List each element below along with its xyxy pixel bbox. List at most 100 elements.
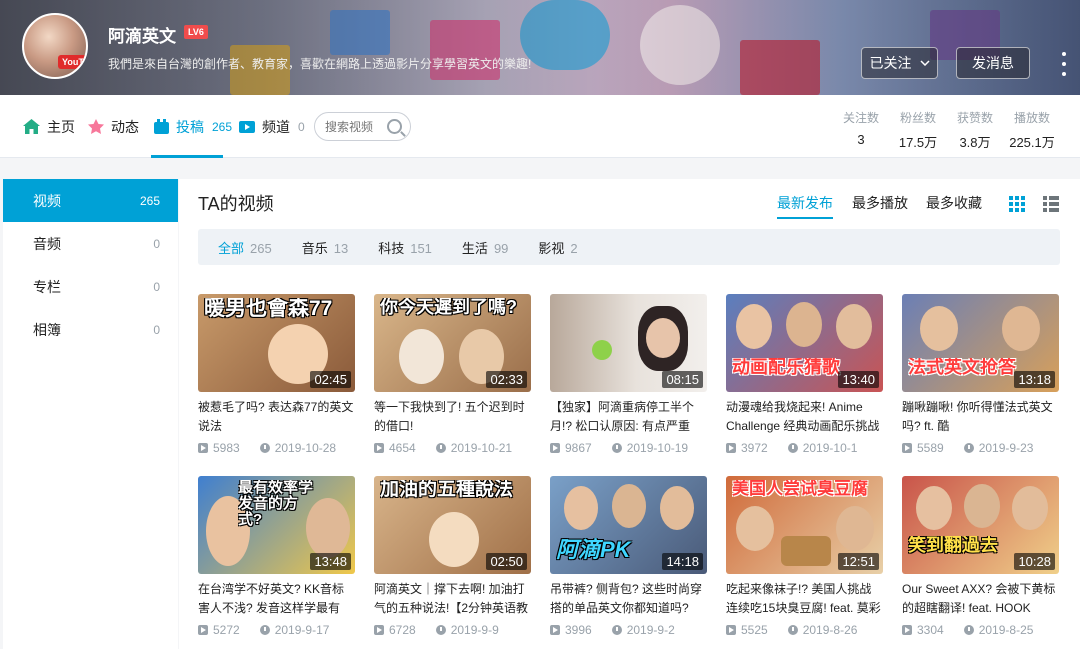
thumbnail-title: 加油的五種說法 — [380, 480, 514, 500]
video-title[interactable]: 阿滴英文｜撑下去啊! 加油打气的五种说法!【2分钟英语教 — [374, 580, 531, 618]
video-title[interactable]: Our Sweet AXX? 会被下黄标的超瞎翻译! feat. HOOK — [902, 580, 1059, 618]
stat-following[interactable]: 关注数 3 — [843, 109, 879, 147]
video-thumbnail[interactable]: 美国人尝试臭豆腐 12:51 — [726, 476, 883, 574]
video-title[interactable]: 吊带裤? 侧背包? 这些时尚穿搭的单品英文你都知道吗? — [550, 580, 707, 618]
video-grid: 暖男也會森77 02:45 被惹毛了吗? 表达森77的英文说法 5983 201… — [198, 294, 1068, 638]
video-thumbnail[interactable]: 08:15 — [550, 294, 707, 392]
video-search[interactable] — [314, 112, 411, 141]
video-thumbnail[interactable]: 你今天遲到了嗎? 02:33 — [374, 294, 531, 392]
play-count-icon — [550, 625, 560, 635]
tab-home[interactable]: 主页 — [22, 95, 75, 158]
list-view-icon[interactable] — [1043, 196, 1059, 212]
video-card[interactable]: 最有效率学发音的方式? 13:48 在台湾学不好英文? KK音标害人不浅? 发音… — [198, 476, 355, 638]
video-duration: 08:15 — [662, 371, 703, 388]
filter-life[interactable]: 生活 99 — [462, 238, 508, 257]
message-button[interactable]: 发消息 — [956, 47, 1030, 79]
tab-upload[interactable]: 投稿 265 — [153, 95, 232, 158]
video-title[interactable]: 在台湾学不好英文? KK音标害人不浅? 发音这样学最有效! — [198, 580, 355, 618]
tab-dynamic[interactable]: 动态 — [87, 95, 139, 158]
video-title[interactable]: 等一下我快到了! 五个迟到时的借口! — [374, 398, 531, 436]
youtube-badge: YouTube — [58, 55, 86, 69]
clock-icon — [787, 443, 798, 453]
video-title[interactable]: 蹦啾蹦啾! 你听得懂法式英文吗? ft. 酷 — [902, 398, 1059, 436]
sort-most-favorited[interactable]: 最多收藏 — [926, 193, 982, 213]
sidebar-item-column[interactable]: 专栏 0 — [3, 265, 178, 308]
video-duration: 13:48 — [310, 553, 351, 570]
avatar[interactable]: YouTube — [22, 13, 88, 79]
video-duration: 12:51 — [838, 553, 879, 570]
tab-channel-label: 频道 — [262, 118, 290, 135]
play-count-icon — [726, 625, 736, 635]
tab-channel[interactable]: 频道 0 — [238, 95, 305, 158]
video-meta: 3304 2019-8-25 — [902, 622, 1059, 638]
profile-banner: YouTube 阿滴英文 LV6 我們是來自台灣的創作者、教育家，喜歡在網路上透… — [0, 0, 1080, 95]
video-card[interactable]: 动画配乐猜歌 13:40 动漫魂给我烧起来! Anime Challenge 经… — [726, 294, 883, 456]
video-title[interactable]: 吃起来像袜子!? 美国人挑战连续吃15块臭豆腐! feat. 莫彩 — [726, 580, 883, 618]
video-thumbnail[interactable]: 动画配乐猜歌 13:40 — [726, 294, 883, 392]
video-thumbnail[interactable]: 法式英文抢答 13:18 — [902, 294, 1059, 392]
play-count-icon — [374, 443, 384, 453]
video-thumbnail[interactable]: 暖男也會森77 02:45 — [198, 294, 355, 392]
tab-dynamic-label: 动态 — [111, 118, 139, 135]
video-card[interactable]: 美国人尝试臭豆腐 12:51 吃起来像袜子!? 美国人挑战连续吃15块臭豆腐! … — [726, 476, 883, 638]
grid-view-icon[interactable] — [1009, 196, 1025, 212]
clock-icon — [435, 625, 446, 635]
thumbnail-title: 美国人尝试臭豆腐 — [732, 480, 868, 498]
clock-icon — [787, 625, 798, 635]
thumbnail-title: 暖男也會森77 — [204, 298, 333, 320]
video-card[interactable]: 阿滴PK 14:18 吊带裤? 侧背包? 这些时尚穿搭的单品英文你都知道吗? 3… — [550, 476, 707, 638]
video-meta: 4654 2019-10-21 — [374, 440, 531, 456]
video-duration: 02:33 — [486, 371, 527, 388]
video-card[interactable]: 法式英文抢答 13:18 蹦啾蹦啾! 你听得懂法式英文吗? ft. 酷 5589… — [902, 294, 1059, 456]
video-thumbnail[interactable]: 最有效率学发音的方式? 13:48 — [198, 476, 355, 574]
video-title[interactable]: 被惹毛了吗? 表达森77的英文说法 — [198, 398, 355, 436]
filter-all[interactable]: 全部 265 — [218, 238, 272, 257]
clock-icon — [435, 443, 446, 453]
video-card[interactable]: 加油的五種說法 02:50 阿滴英文｜撑下去啊! 加油打气的五种说法!【2分钟英… — [374, 476, 531, 638]
play-count-icon — [198, 443, 208, 453]
clock-icon — [963, 443, 974, 453]
filter-tech[interactable]: 科技 151 — [378, 238, 432, 257]
video-thumbnail[interactable]: 笑到翻過去 10:28 — [902, 476, 1059, 574]
user-bio: 我們是來自台灣的創作者、教育家，喜歡在網路上透過影片分享學習英文的樂趣! — [108, 57, 532, 71]
video-meta: 3996 2019-9-2 — [550, 622, 707, 638]
thumbnail-title: 最有效率学发音的方式? — [238, 480, 314, 528]
video-thumbnail[interactable]: 阿滴PK 14:18 — [550, 476, 707, 574]
clock-icon — [259, 625, 270, 635]
play-count-icon — [374, 625, 384, 635]
video-meta: 5983 2019-10-28 — [198, 440, 355, 456]
chevron-down-icon — [919, 60, 930, 66]
video-title[interactable]: 动漫魂给我烧起来! Anime Challenge 经典动画配乐挑战 — [726, 398, 883, 436]
clock-icon — [611, 625, 622, 635]
video-card[interactable]: 笑到翻過去 10:28 Our Sweet AXX? 会被下黄标的超瞎翻译! f… — [902, 476, 1059, 638]
filter-music[interactable]: 音乐 13 — [302, 238, 348, 257]
more-options-icon[interactable] — [1058, 52, 1070, 76]
active-tab-indicator — [151, 155, 223, 158]
follow-button[interactable]: 已关注 — [861, 47, 938, 79]
video-meta: 5272 2019-9-17 — [198, 622, 355, 638]
thumbnail-title: 你今天遲到了嗎? — [380, 298, 517, 317]
sort-most-played[interactable]: 最多播放 — [852, 193, 908, 213]
video-card[interactable]: 暖男也會森77 02:45 被惹毛了吗? 表达森77的英文说法 5983 201… — [198, 294, 355, 456]
video-title[interactable]: 【独家】阿滴重病停工半个月!? 松口认原因: 有点严重 — [550, 398, 707, 436]
play-count-icon — [902, 443, 912, 453]
sidebar-item-audio[interactable]: 音频 0 — [3, 222, 178, 265]
sidebar-item-video[interactable]: 视频 265 — [3, 179, 178, 222]
play-count-icon — [198, 625, 208, 635]
stat-plays: 播放数 225.1万 — [1009, 111, 1055, 150]
stat-fans[interactable]: 粉丝数 17.5万 — [898, 109, 938, 151]
video-meta: 3972 2019-10-1 — [726, 440, 883, 456]
video-card[interactable]: 08:15 【独家】阿滴重病停工半个月!? 松口认原因: 有点严重 9867 2… — [550, 294, 707, 456]
content-sidebar: 视频 265 音频 0 专栏 0 相簿 0 — [3, 179, 178, 649]
filter-film[interactable]: 影视 2 — [538, 238, 577, 257]
video-thumbnail[interactable]: 加油的五種說法 02:50 — [374, 476, 531, 574]
tab-upload-count: 265 — [212, 119, 233, 134]
video-card[interactable]: 你今天遲到了嗎? 02:33 等一下我快到了! 五个迟到时的借口! 4654 2… — [374, 294, 531, 456]
tab-channel-count: 0 — [298, 119, 305, 134]
category-filter-bar: 全部 265 音乐 13 科技 151 生活 99 影视 2 — [198, 229, 1060, 265]
video-duration: 02:50 — [486, 553, 527, 570]
sort-latest[interactable]: 最新发布 — [777, 193, 833, 219]
search-icon[interactable] — [387, 119, 402, 134]
sidebar-item-album[interactable]: 相簿 0 — [3, 308, 178, 351]
search-input[interactable] — [325, 119, 387, 134]
